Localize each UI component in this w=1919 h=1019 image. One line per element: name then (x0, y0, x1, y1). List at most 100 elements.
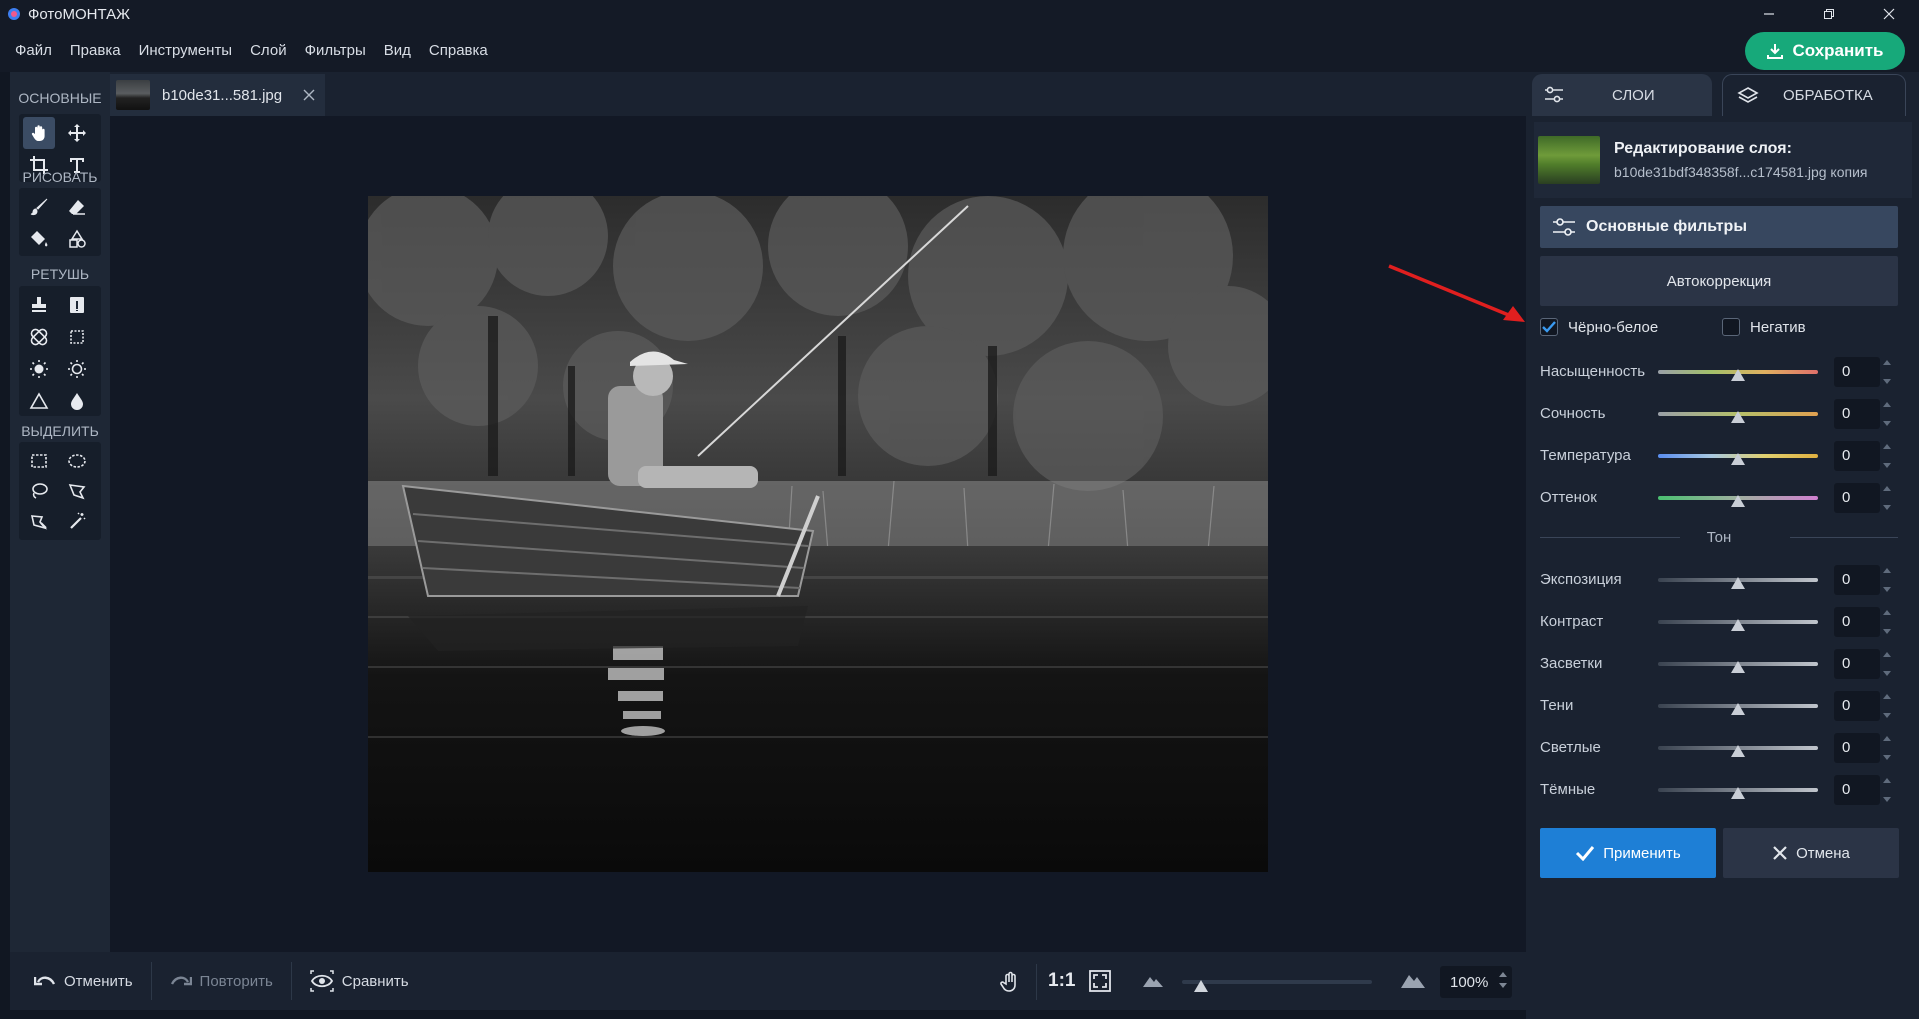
menu-view[interactable]: Вид (375, 42, 420, 59)
spin-up-icon[interactable] (1882, 776, 1892, 784)
spin-up-icon[interactable] (1882, 400, 1892, 408)
hand-tool[interactable] (23, 117, 55, 149)
spin-up-icon[interactable] (1882, 608, 1892, 616)
spinner[interactable] (1882, 776, 1894, 804)
spin-down-icon[interactable] (1882, 628, 1892, 636)
spin-down-icon[interactable] (1882, 712, 1892, 720)
spin-up-icon[interactable] (1882, 484, 1892, 492)
zoom-slider-thumb[interactable] (1194, 980, 1208, 992)
polygon-lasso-tool[interactable] (61, 475, 93, 507)
spin-down-icon[interactable] (1882, 586, 1892, 594)
magnetic-lasso-tool[interactable] (23, 505, 55, 537)
spinner[interactable] (1882, 566, 1894, 594)
spin-down-icon[interactable] (1882, 378, 1892, 386)
temperature-input[interactable]: 0 (1834, 441, 1880, 471)
menu-filters[interactable]: Фильтры (296, 42, 375, 59)
spin-up-icon[interactable] (1882, 734, 1892, 742)
slider-thumb[interactable] (1731, 577, 1745, 589)
spinner[interactable] (1882, 358, 1894, 386)
bw-checkbox-row[interactable]: Чёрно-белое (1540, 318, 1658, 336)
tab-layers[interactable]: СЛОИ (1532, 74, 1712, 116)
menu-tools[interactable]: Инструменты (130, 42, 242, 59)
tab-processing[interactable]: ОБРАБОТКА (1722, 74, 1906, 116)
menu-edit[interactable]: Правка (61, 42, 130, 59)
save-button[interactable]: Сохранить (1745, 32, 1905, 70)
dodge-tool[interactable] (61, 353, 93, 385)
rect-select-tool[interactable] (23, 445, 55, 477)
move-tool[interactable] (61, 117, 93, 149)
canvas-area[interactable] (110, 116, 1526, 952)
stamp-tool[interactable] (23, 289, 55, 321)
negative-checkbox-row[interactable]: Негатив (1722, 318, 1806, 336)
ellipse-select-tool[interactable] (61, 445, 93, 477)
fill-tool[interactable] (23, 223, 55, 255)
spin-up-icon[interactable] (1882, 358, 1892, 366)
restore-button[interactable] (1799, 0, 1859, 28)
spinner[interactable] (1882, 650, 1894, 678)
slider-thumb[interactable] (1731, 411, 1745, 423)
spinner[interactable] (1882, 484, 1894, 512)
undo-button[interactable]: Отменить (16, 960, 151, 1002)
healing-brush-tool[interactable] (61, 289, 93, 321)
document-tab[interactable]: b10de31...581.jpg (110, 74, 325, 116)
zoom-in-mountain-icon[interactable] (1400, 969, 1426, 989)
magic-wand-tool[interactable] (61, 505, 93, 537)
zoom-input[interactable]: 100% (1440, 966, 1512, 998)
bw-checkbox[interactable] (1540, 318, 1558, 336)
exposure-input[interactable]: 0 (1834, 565, 1880, 595)
spin-down-icon[interactable] (1498, 982, 1508, 990)
spin-up-icon[interactable] (1882, 442, 1892, 450)
eraser-tool[interactable] (61, 191, 93, 223)
spin-down-icon[interactable] (1882, 754, 1892, 762)
negative-checkbox[interactable] (1722, 318, 1740, 336)
highlights-input[interactable]: 0 (1834, 649, 1880, 679)
patch-tool[interactable] (23, 321, 55, 353)
zoom-out-mountain-icon[interactable] (1142, 972, 1164, 988)
close-tab-icon[interactable] (302, 88, 316, 102)
hand-zoom-icon[interactable] (998, 970, 1022, 994)
fit-to-screen-icon[interactable] (1088, 969, 1112, 993)
cancel-button[interactable]: Отмена (1723, 828, 1899, 878)
darks-input[interactable]: 0 (1834, 775, 1880, 805)
close-window-button[interactable] (1859, 0, 1919, 28)
spin-down-icon[interactable] (1882, 504, 1892, 512)
spin-down-icon[interactable] (1882, 796, 1892, 804)
tint-input[interactable]: 0 (1834, 483, 1880, 513)
spinner[interactable] (1882, 692, 1894, 720)
lasso-tool[interactable] (23, 475, 55, 507)
slider-thumb[interactable] (1731, 453, 1745, 465)
spin-up-icon[interactable] (1882, 692, 1892, 700)
slider-thumb[interactable] (1731, 745, 1745, 757)
menu-layer[interactable]: Слой (241, 42, 295, 59)
frame-tool[interactable] (61, 321, 93, 353)
spin-down-icon[interactable] (1882, 420, 1892, 428)
basic-filters-section[interactable]: Основные фильтры (1540, 206, 1898, 248)
sharpen-tool[interactable] (23, 385, 55, 417)
vibrance-input[interactable]: 0 (1834, 399, 1880, 429)
spin-up-icon[interactable] (1882, 566, 1892, 574)
menu-help[interactable]: Справка (420, 42, 497, 59)
minimize-button[interactable] (1739, 0, 1799, 28)
slider-thumb[interactable] (1731, 619, 1745, 631)
zoom-slider-track[interactable] (1182, 980, 1372, 984)
spinner[interactable] (1882, 400, 1894, 428)
spinner[interactable] (1882, 442, 1894, 470)
shapes-tool[interactable] (61, 223, 93, 255)
spin-down-icon[interactable] (1882, 670, 1892, 678)
slider-thumb[interactable] (1731, 495, 1745, 507)
lights-input[interactable]: 0 (1834, 733, 1880, 763)
menu-file[interactable]: Файл (6, 42, 61, 59)
brightness-tool[interactable] (23, 353, 55, 385)
redo-button[interactable]: Повторить (152, 960, 291, 1002)
blur-tool[interactable] (61, 385, 93, 417)
spinner[interactable] (1882, 734, 1894, 762)
apply-button[interactable]: Применить (1540, 828, 1716, 878)
spinner[interactable] (1882, 608, 1894, 636)
slider-thumb[interactable] (1731, 787, 1745, 799)
slider-thumb[interactable] (1731, 661, 1745, 673)
slider-thumb[interactable] (1731, 703, 1745, 715)
actual-size-button[interactable]: 1:1 (1048, 970, 1075, 992)
saturation-input[interactable]: 0 (1834, 357, 1880, 387)
spin-down-icon[interactable] (1882, 462, 1892, 470)
compare-button[interactable]: Сравнить (292, 960, 427, 1002)
